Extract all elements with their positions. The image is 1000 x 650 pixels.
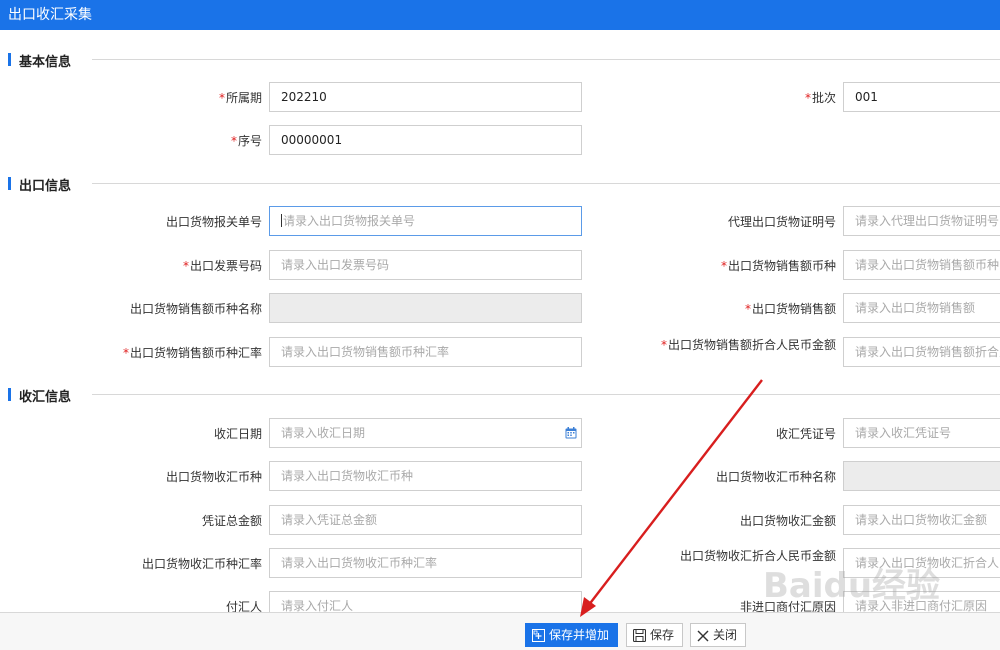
section-basic-info: 基本信息 (0, 50, 1000, 70)
agent-cert-input[interactable]: 请录入代理出口货物证明号 (843, 206, 1000, 236)
receipt-currency-input[interactable]: 请录入出口货物收汇币种 (269, 461, 582, 491)
batch-field[interactable]: 001 (843, 82, 1000, 112)
save-icon (632, 628, 647, 643)
receipt-rmb-amount-input[interactable]: 请录入出口货物收汇折合人... (843, 548, 1000, 578)
footer-toolbar: 保存并增加 保存 关闭 (0, 612, 1000, 650)
sales-amount-label: *出口货物销售额 (744, 302, 836, 316)
serial-field[interactable]: 00000001 (269, 125, 582, 155)
currency-name-field (269, 293, 582, 323)
exchange-rate-label: *出口货物销售额币种汇率 (122, 346, 262, 360)
voucher-total-label: 凭证总金额 (201, 514, 262, 528)
batch-label: *批次 (804, 91, 836, 105)
section-marker (8, 177, 11, 190)
save-button[interactable]: 保存 (626, 623, 684, 647)
agent-cert-label: 代理出口货物证明号 (727, 215, 836, 229)
window-title: 出口收汇采集 (0, 0, 1000, 30)
section-title: 基本信息 (19, 55, 72, 70)
receipt-date-input[interactable]: 请录入收汇日期 (269, 418, 582, 448)
serial-label: *序号 (230, 134, 262, 148)
add-icon (532, 629, 545, 642)
receipt-rate-label: 出口货物收汇币种汇率 (141, 557, 262, 571)
section-title: 收汇信息 (19, 390, 72, 405)
sales-currency-input[interactable]: 请录入出口货物销售额币种 (843, 250, 1000, 280)
close-button[interactable]: 关闭 (690, 623, 747, 647)
period-field[interactable]: 202210 (269, 82, 582, 112)
customs-no-input[interactable]: 请录入出口货物报关单号 (269, 206, 582, 236)
receipt-date-label: 收汇日期 (213, 427, 262, 441)
currency-name-label: 出口货物销售额币种名称 (129, 302, 262, 316)
period-label: *所属期 (218, 91, 262, 105)
sales-amount-input[interactable]: 请录入出口货物销售额 (843, 293, 1000, 323)
receipt-rate-input[interactable]: 请录入出口货物收汇币种汇率 (269, 548, 582, 578)
section-divider (92, 59, 1000, 60)
customs-no-label: 出口货物报关单号 (165, 215, 262, 229)
receipt-currency-label: 出口货物收汇币种 (165, 470, 262, 484)
voucher-no-label: 收汇凭证号 (775, 427, 836, 441)
receipt-amount-input[interactable]: 请录入出口货物收汇金额 (843, 505, 1000, 535)
voucher-no-input[interactable]: 请录入收汇凭证号 (843, 418, 1000, 448)
rmb-amount-input[interactable]: 请录入出口货物销售额折合人... (843, 337, 1000, 367)
close-icon (697, 630, 709, 642)
section-title: 出口信息 (19, 179, 72, 194)
save-and-add-button[interactable]: 保存并增加 (525, 623, 619, 647)
receipt-currency-name-label: 出口货物收汇币种名称 (715, 470, 836, 484)
section-marker (8, 388, 11, 401)
section-export-info: 出口信息 (0, 174, 1000, 194)
invoice-no-label: *出口发票号码 (182, 259, 262, 273)
exchange-rate-input[interactable]: 请录入出口货物销售额币种汇率 (269, 337, 582, 367)
sales-currency-label: *出口货物销售额币种 (720, 259, 836, 273)
section-divider (92, 394, 1000, 395)
section-divider (92, 183, 1000, 184)
invoice-no-input[interactable]: 请录入出口发票号码 (269, 250, 582, 280)
receipt-currency-name-field (843, 461, 1000, 491)
receipt-rmb-amount-label: 出口货物收汇折合人民币金额 (679, 549, 836, 563)
text-caret (281, 214, 282, 227)
rmb-amount-label: *出口货物销售额折合人民币金额 (660, 338, 836, 352)
receipt-amount-label: 出口货物收汇金额 (739, 514, 836, 528)
voucher-total-input[interactable]: 请录入凭证总金额 (269, 505, 582, 535)
section-marker (8, 53, 11, 66)
calendar-icon[interactable] (565, 427, 577, 439)
section-receipt-info: 收汇信息 (0, 385, 1000, 405)
